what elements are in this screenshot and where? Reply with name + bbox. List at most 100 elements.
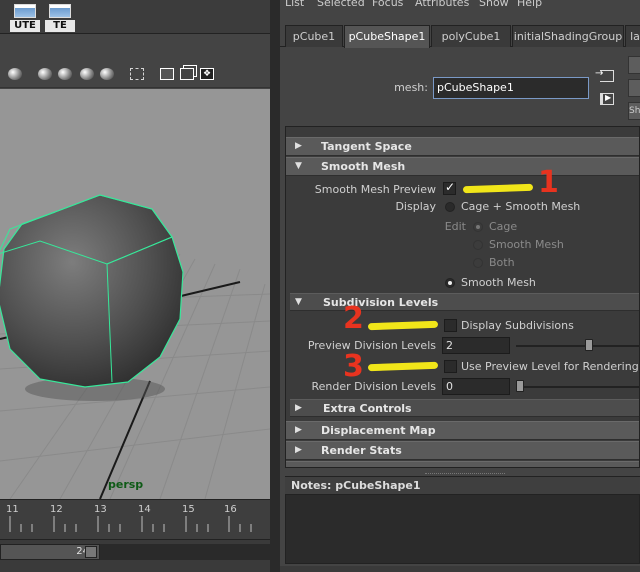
- tab-polycube1[interactable]: polyCube1: [431, 25, 511, 47]
- expand-arrow-icon: ▶: [295, 141, 302, 151]
- menu-attributes[interactable]: Attributes: [415, 0, 469, 9]
- menu-focus[interactable]: Focus: [372, 0, 403, 9]
- time-slider[interactable]: 11 12 13 14 15 16: [0, 499, 270, 539]
- frame-tick-label: 11: [6, 504, 19, 515]
- checkmark-icon: ✓: [445, 180, 456, 194]
- shelf: UTE TE: [0, 0, 270, 34]
- range-end-value: 24: [76, 546, 89, 557]
- annotation-highlight: [367, 320, 439, 331]
- attribute-editor: List Selected Focus Attributes Show Help…: [280, 0, 640, 572]
- annotation-number: 1: [538, 165, 559, 200]
- expand-arrow-icon: ▶: [295, 425, 302, 435]
- display-subdivisions-checkbox[interactable]: [444, 319, 457, 332]
- isolate-select-icon[interactable]: [160, 68, 174, 80]
- display-smooth-mesh-radio[interactable]: [445, 278, 455, 288]
- display-cage-smooth-label: Cage + Smooth Mesh: [461, 200, 581, 213]
- focus-output-icon[interactable]: [600, 93, 614, 105]
- notes-textarea[interactable]: [285, 494, 640, 564]
- perspective-viewport[interactable]: persp: [0, 89, 270, 499]
- camera-label: persp: [108, 478, 144, 491]
- section-extra-controls[interactable]: ▶ Extra Controls: [290, 399, 639, 417]
- menu-bar: List Selected Focus Attributes Show Help: [280, 0, 640, 14]
- display-subdivisions-label: Display Subdivisions: [461, 319, 574, 332]
- section-title: Extra Controls: [323, 402, 412, 415]
- smooth-mesh-object[interactable]: [0, 194, 184, 388]
- shelf-button-te[interactable]: TE: [45, 2, 75, 32]
- section-title: Subdivision Levels: [323, 296, 439, 309]
- range-slider-handle[interactable]: [85, 546, 97, 558]
- notes-header: Notes: pCubeShape1: [285, 473, 640, 494]
- render-division-levels-handle[interactable]: [516, 380, 524, 392]
- menu-show[interactable]: Show: [479, 0, 509, 9]
- wireframe-shading-icon[interactable]: [8, 68, 22, 80]
- mesh-header: mesh: pCubeShape1 Sh: [280, 48, 640, 120]
- render-division-levels-slider[interactable]: [516, 386, 639, 388]
- annotation-highlight: [462, 183, 534, 194]
- annotation-number: 3: [343, 349, 364, 384]
- frame-tick-label: 13: [94, 504, 107, 515]
- edit-label: Edit: [444, 220, 466, 233]
- collapse-arrow-icon: ▼: [295, 297, 302, 307]
- viewport-scene: [0, 194, 270, 499]
- attribute-sections: ▶ Tangent Space ▼ Smooth Mesh Smooth Mes…: [285, 126, 640, 468]
- section-next-partial[interactable]: [286, 461, 639, 467]
- smooth-mesh-preview-checkbox[interactable]: ✓: [443, 180, 456, 195]
- display-cage-smooth-radio[interactable]: [445, 202, 455, 212]
- use-preview-level-label: Use Preview Level for Rendering: [461, 360, 639, 373]
- shadows-icon[interactable]: [100, 68, 114, 80]
- edit-cage-label: Cage: [489, 220, 518, 233]
- display-smooth-mesh-label: Smooth Mesh: [461, 276, 536, 289]
- collapse-arrow-icon: ▼: [295, 161, 302, 171]
- range-slider-bar[interactable]: 24: [0, 544, 100, 560]
- viewport-panel: UTE TE ❖ persp 11 12 13 14 15 16 24: [0, 0, 270, 572]
- smooth-shading-icon[interactable]: [38, 68, 52, 80]
- shelf-button-label: TE: [45, 20, 75, 32]
- expand-arrow-icon: ▶: [295, 445, 302, 455]
- section-render-stats[interactable]: ▶ Render Stats: [286, 441, 639, 460]
- shelf-button-ute[interactable]: UTE: [10, 2, 40, 32]
- mesh-name-field[interactable]: pCubeShape1: [433, 77, 589, 99]
- window-icon: [49, 4, 71, 18]
- textured-shading-icon[interactable]: [58, 68, 72, 80]
- smooth-mesh-preview-label: Smooth Mesh Preview: [314, 183, 436, 196]
- section-tangent-space[interactable]: ▶ Tangent Space: [286, 137, 639, 156]
- use-preview-level-checkbox[interactable]: [444, 360, 457, 373]
- xray-icon[interactable]: [180, 68, 194, 80]
- display-label: Display: [395, 200, 436, 213]
- tab-initialshadinggroup[interactable]: initialShadingGroup: [512, 25, 624, 47]
- select-highlight-icon[interactable]: [130, 68, 144, 80]
- show-button[interactable]: Sh: [628, 102, 640, 120]
- focus-input-icon[interactable]: [595, 68, 614, 82]
- window-icon: [14, 4, 36, 18]
- tab-overflow[interactable]: la: [625, 25, 640, 47]
- menu-list[interactable]: List: [285, 0, 304, 9]
- expand-arrow-icon: ▶: [295, 403, 302, 413]
- menu-selected[interactable]: Selected: [317, 0, 365, 9]
- lighting-icon[interactable]: [80, 68, 94, 80]
- edit-cage-radio: [473, 222, 483, 232]
- presets-button[interactable]: [628, 79, 640, 97]
- range-slider-empty: [100, 544, 270, 560]
- section-smooth-mesh[interactable]: ▼ Smooth Mesh: [286, 157, 639, 176]
- focus-button[interactable]: [628, 56, 640, 74]
- panel-divider[interactable]: [270, 0, 280, 572]
- node-graph-icon[interactable]: ❖: [200, 68, 214, 80]
- section-displacement-map[interactable]: ▶ Displacement Map: [286, 421, 639, 440]
- bottom-buttons-strip: [280, 566, 640, 572]
- section-title: Smooth Mesh: [321, 160, 406, 173]
- frame-tick-label: 12: [50, 504, 63, 515]
- notes-label: Notes: pCubeShape1: [291, 479, 421, 492]
- tab-pcubeshape1[interactable]: pCubeShape1: [344, 25, 430, 48]
- frame-tick-label: 14: [138, 504, 151, 515]
- tab-pcube1[interactable]: pCube1: [285, 25, 343, 47]
- resize-grip[interactable]: [425, 473, 505, 476]
- edit-smooth-mesh-label: Smooth Mesh: [489, 238, 564, 251]
- menu-help[interactable]: Help: [517, 0, 542, 9]
- preview-division-levels-field[interactable]: 2: [442, 337, 510, 354]
- preview-division-levels-handle[interactable]: [585, 339, 593, 351]
- render-division-levels-field[interactable]: 0: [442, 378, 510, 395]
- section-title: Render Stats: [321, 444, 402, 457]
- annotation-number: 2: [343, 301, 364, 336]
- preview-division-levels-slider[interactable]: [516, 345, 639, 347]
- section-title: Tangent Space: [321, 140, 412, 153]
